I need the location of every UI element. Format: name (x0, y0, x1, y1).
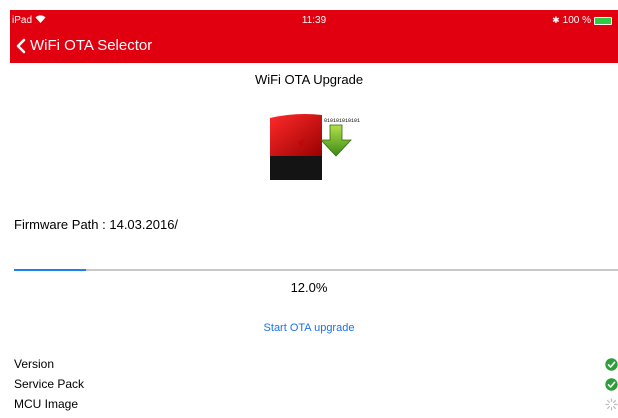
status-bar: iPad 11:39 ✱ 100 % (10, 10, 618, 30)
back-label: WiFi OTA Selector (30, 37, 153, 54)
chevron-left-icon (16, 38, 26, 53)
check-circle-icon (605, 358, 618, 371)
navigation-bar: WiFi OTA Selector (10, 30, 618, 63)
status-right: ✱ 100 % (552, 15, 612, 26)
progress-percentage: 12.0% (290, 280, 328, 295)
firmware-download-icon: 010101010101 (270, 114, 360, 180)
start-ota-button[interactable]: Start OTA upgrade (0, 322, 618, 334)
firmware-path: Firmware Path : 14.03.2016/ (14, 217, 179, 232)
check-circle-icon (605, 378, 618, 391)
progress-bar (14, 269, 618, 271)
spinner-icon (605, 398, 618, 411)
battery-percent: 100 % (562, 15, 591, 26)
status-time: 11:39 (301, 15, 327, 26)
row-label: Version (14, 357, 55, 371)
battery-icon (594, 16, 612, 25)
row-label: Service Pack (14, 377, 85, 391)
progress-fill (14, 269, 87, 271)
status-row-service-pack: Service Pack (14, 377, 84, 391)
row-label: MCU Image (14, 397, 79, 411)
bluetooth-icon: ✱ (552, 15, 560, 25)
status-row-mcu-image: MCU Image (14, 397, 78, 411)
binary-text: 010101010101 (324, 118, 360, 124)
status-row-version: Version (14, 357, 54, 371)
back-button[interactable]: WiFi OTA Selector (16, 37, 152, 54)
page-title: WiFi OTA Upgrade (254, 72, 364, 87)
